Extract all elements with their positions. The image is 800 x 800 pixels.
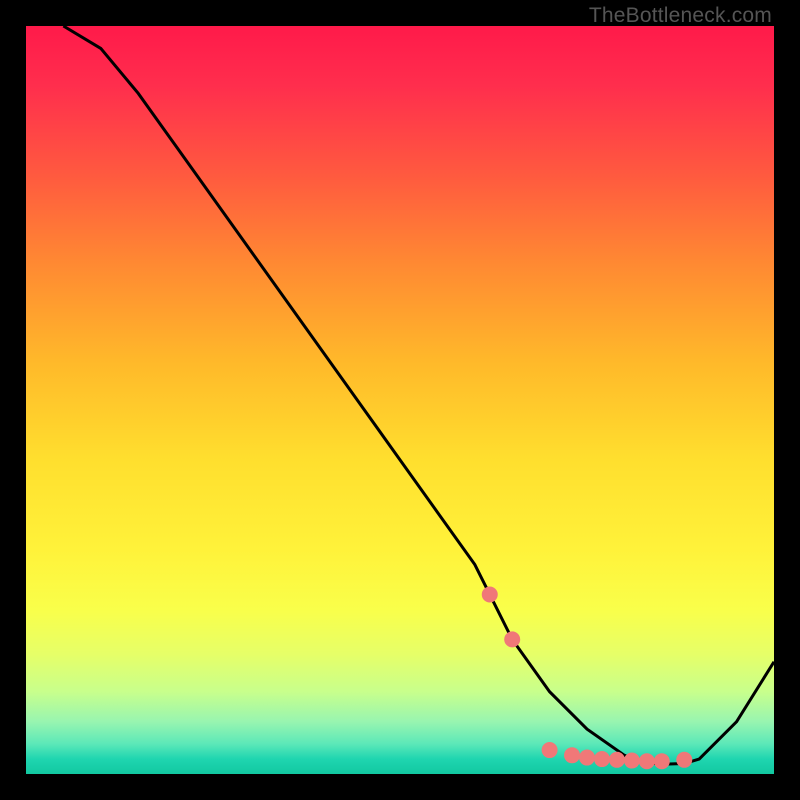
chart-container: TheBottleneck.com [0,0,800,800]
watermark-text: TheBottleneck.com [589,4,772,28]
data-marker [504,631,520,647]
data-marker [594,751,610,767]
curve-line [63,26,774,764]
data-marker [639,753,655,769]
data-marker [482,586,498,602]
chart-svg [26,26,774,774]
data-marker [654,753,670,769]
data-marker [542,742,558,758]
data-marker [609,752,625,768]
data-marker [676,752,692,768]
plot-area [26,26,774,774]
data-marker [624,753,640,769]
data-marker [564,747,580,763]
data-marker [579,750,595,766]
